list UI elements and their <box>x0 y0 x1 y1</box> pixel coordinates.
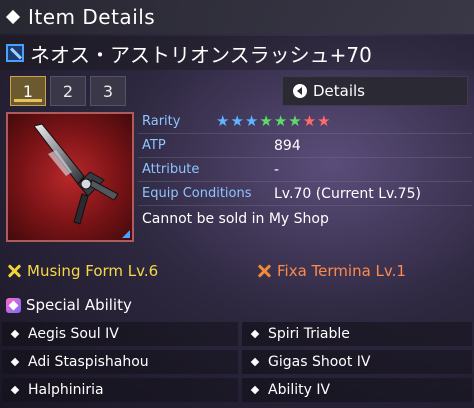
star-icon: ★ <box>216 112 230 130</box>
cross-icon <box>6 263 22 279</box>
form-fixa: Fixa Termina Lv.1 <box>256 262 406 280</box>
bullet-icon <box>250 329 260 339</box>
ability-label: Halphiniria <box>28 382 104 398</box>
details-button[interactable]: Details <box>282 76 468 106</box>
item-name: ネオス・アストリオンスラッシュ+70 <box>30 42 372 67</box>
cross-icon <box>256 263 272 279</box>
rarity-stars: ★ ★ ★ ★ ★ ★ ★ ★ <box>216 114 331 129</box>
attribute-value: - <box>274 161 280 178</box>
atp-label: ATP <box>142 138 166 153</box>
star-icon: ★ <box>244 112 259 130</box>
ability-row: Aegis Soul IV Spiri Triable <box>0 320 474 348</box>
form-musing: Musing Form Lv.6 <box>6 262 158 280</box>
weapon-image <box>6 112 134 242</box>
bullet-icon <box>10 385 20 395</box>
forms-row: Musing Form Lv.6 Fixa Termina Lv.1 <box>6 262 474 286</box>
equip-label: Equip Conditions <box>142 186 252 201</box>
form-fixa-label: Fixa Termina Lv.1 <box>277 262 406 280</box>
equip-row: Equip Conditions Lv.70 (Current Lv.75) <box>138 182 472 206</box>
tab-3[interactable]: 3 <box>90 76 126 106</box>
equip-value: Lv.70 (Current Lv.75) <box>274 185 421 202</box>
ability-label: Ability IV <box>268 382 331 398</box>
arrow-left-icon <box>293 84 307 98</box>
ability-label: Spiri Triable <box>268 326 350 342</box>
attribute-label: Attribute <box>142 162 200 177</box>
stats-table: Rarity ★ ★ ★ ★ ★ ★ ★ ★ ATP 894 Attribute - Equi… <box>138 110 472 232</box>
page-title: Item Details <box>28 5 156 29</box>
ability-list: Aegis Soul IV Spiri Triable Adi Staspish… <box>0 320 474 404</box>
details-button-label: Details <box>313 82 366 100</box>
bullet-icon <box>250 357 260 367</box>
ability-item: Halphiniria <box>2 378 238 402</box>
ability-item: Adi Staspishahou <box>2 350 238 374</box>
special-ability-header: Special Ability <box>6 296 132 314</box>
ability-item: Ability IV <box>242 378 472 402</box>
tab-1[interactable]: 1 <box>10 76 46 106</box>
atp-value: 894 <box>274 137 301 154</box>
special-ability-icon <box>6 297 21 313</box>
star-icon: ★ <box>288 112 302 130</box>
ability-item: Aegis Soul IV <box>2 322 238 346</box>
star-icon: ★ <box>230 112 244 130</box>
star-icon: ★ <box>259 112 273 130</box>
header-bar: Item Details <box>0 0 474 34</box>
corner-mark <box>122 230 130 238</box>
star-icon: ★ <box>317 112 331 130</box>
form-musing-label: Musing Form Lv.6 <box>27 262 159 280</box>
atp-row: ATP 894 <box>138 134 472 158</box>
attribute-row: Attribute - <box>138 158 472 182</box>
ability-row: Halphiniria Ability IV <box>0 376 474 404</box>
page-tabs: 1 2 3 <box>10 76 126 106</box>
star-icon: ★ <box>273 112 288 130</box>
shop-note: Cannot be sold in My Shop <box>142 211 329 227</box>
rarity-row: Rarity ★ ★ ★ ★ ★ ★ ★ ★ <box>138 110 472 134</box>
sword-icon <box>6 44 24 62</box>
ability-label: Aegis Soul IV <box>28 326 119 342</box>
bullet-icon <box>250 385 260 395</box>
special-ability-title: Special Ability <box>26 296 132 314</box>
ability-label: Gigas Shoot IV <box>268 354 371 370</box>
diamond-icon <box>5 9 21 25</box>
weapon-art <box>33 123 119 225</box>
item-name-bar: ネオス・アストリオンスラッシュ+70 <box>0 36 474 70</box>
star-icon: ★ <box>302 112 317 130</box>
bullet-icon <box>10 329 20 339</box>
ability-item: Gigas Shoot IV <box>242 350 472 374</box>
ability-label: Adi Staspishahou <box>28 354 149 370</box>
tab-2[interactable]: 2 <box>50 76 86 106</box>
ability-row: Adi Staspishahou Gigas Shoot IV <box>0 348 474 376</box>
bullet-icon <box>10 357 20 367</box>
item-details-panel: Item Details ネオス・アストリオンスラッシュ+70 1 2 3 De… <box>0 0 474 408</box>
ability-item: Spiri Triable <box>242 322 472 346</box>
